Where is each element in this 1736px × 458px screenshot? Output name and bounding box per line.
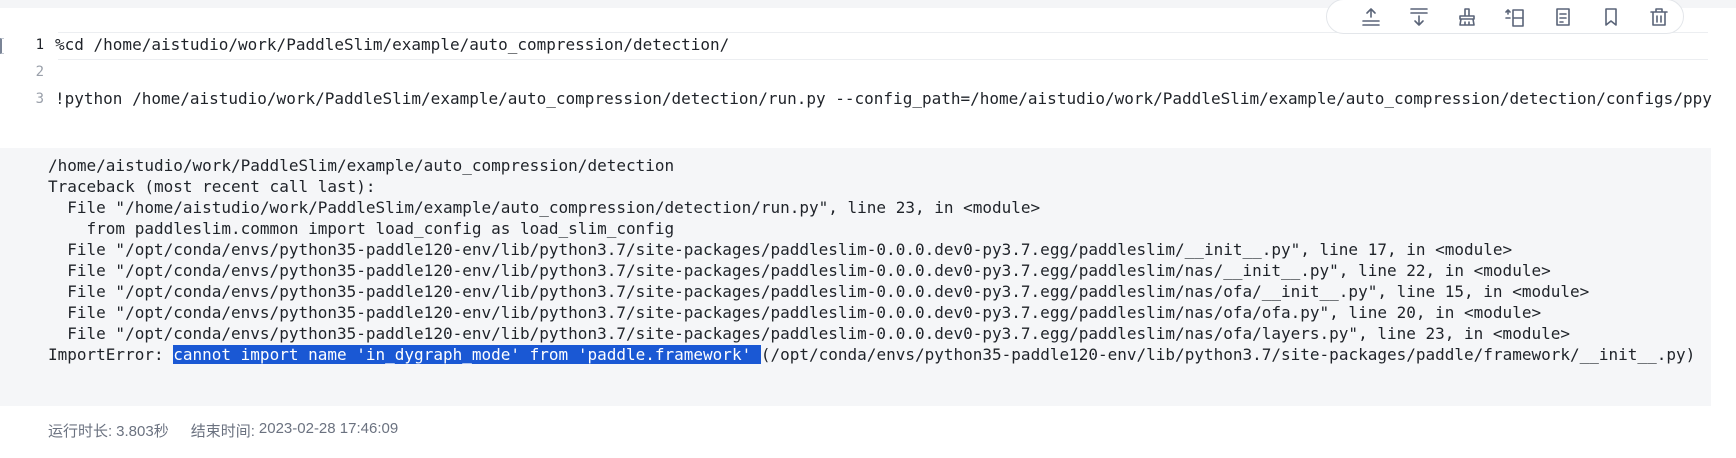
convert-to-markdown-icon xyxy=(1556,7,1570,26)
end-time-label: 结束时间: xyxy=(190,423,255,440)
split-cell-button[interactable] xyxy=(1491,1,1539,33)
code-line[interactable]: 3 !python /home/aistudio/work/PaddleSlim… xyxy=(0,85,1736,112)
output-line: Traceback (most recent call last): xyxy=(48,177,376,196)
insert-above-icon xyxy=(1362,7,1380,26)
output-line: from paddleslim.common import load_confi… xyxy=(48,219,675,238)
output-line: File "/opt/conda/envs/python35-paddle120… xyxy=(48,282,1590,301)
code-line[interactable]: 2 xyxy=(0,58,1736,85)
split-cell-icon xyxy=(1505,8,1524,27)
error-suffix: (/opt/conda/envs/python35-paddle120-env/… xyxy=(760,345,1696,364)
output-line: File "/opt/conda/envs/python35-paddle120… xyxy=(48,303,1542,322)
output-line: File "/opt/conda/envs/python35-paddle120… xyxy=(48,324,1570,343)
execution-status: 运行时长: 3.803秒 结束时间: 2023-02-28 17:46:09 xyxy=(48,420,398,441)
insert-below-icon xyxy=(1410,7,1428,26)
code-text[interactable]: !python /home/aistudio/work/PaddleSlim/e… xyxy=(48,89,1712,108)
clear-output-button[interactable] xyxy=(1443,1,1491,33)
bookmark-button[interactable] xyxy=(1587,1,1635,33)
error-prefix: ImportError: xyxy=(48,345,174,364)
output-line: File "/opt/conda/envs/python35-paddle120… xyxy=(48,240,1513,259)
runtime-value: 3.803秒 xyxy=(116,423,169,440)
cell-toolbar xyxy=(1326,0,1684,34)
runtime-label: 运行时长: xyxy=(48,423,113,440)
cell-output: /home/aistudio/work/PaddleSlim/example/a… xyxy=(0,148,1711,406)
clear-output-icon xyxy=(1459,7,1475,26)
output-line: File "/opt/conda/envs/python35-paddle120… xyxy=(48,261,1551,280)
insert-above-button[interactable] xyxy=(1347,1,1395,33)
delete-icon xyxy=(1650,7,1668,26)
bookmark-icon xyxy=(1605,7,1617,26)
line-number: 1 xyxy=(35,36,44,53)
insert-below-button[interactable] xyxy=(1395,1,1443,33)
output-line: /home/aistudio/work/PaddleSlim/example/a… xyxy=(48,156,675,175)
line-number: 2 xyxy=(35,63,44,80)
line-number: 3 xyxy=(35,90,44,107)
code-line[interactable]: 1 %cd /home/aistudio/work/PaddleSlim/exa… xyxy=(0,31,1736,58)
delete-button[interactable] xyxy=(1635,1,1683,33)
end-time-value: 2023-02-28 17:46:09 xyxy=(258,420,399,437)
selected-error-text[interactable]: cannot import name 'in_dygraph_mode' fro… xyxy=(173,345,761,364)
convert-to-markdown-button[interactable] xyxy=(1539,1,1587,33)
code-text[interactable]: %cd /home/aistudio/work/PaddleSlim/examp… xyxy=(48,35,729,54)
error-line: ImportError: cannot import name 'in_dygr… xyxy=(48,343,1695,366)
output-line: File "/home/aistudio/work/PaddleSlim/exa… xyxy=(48,198,1041,217)
